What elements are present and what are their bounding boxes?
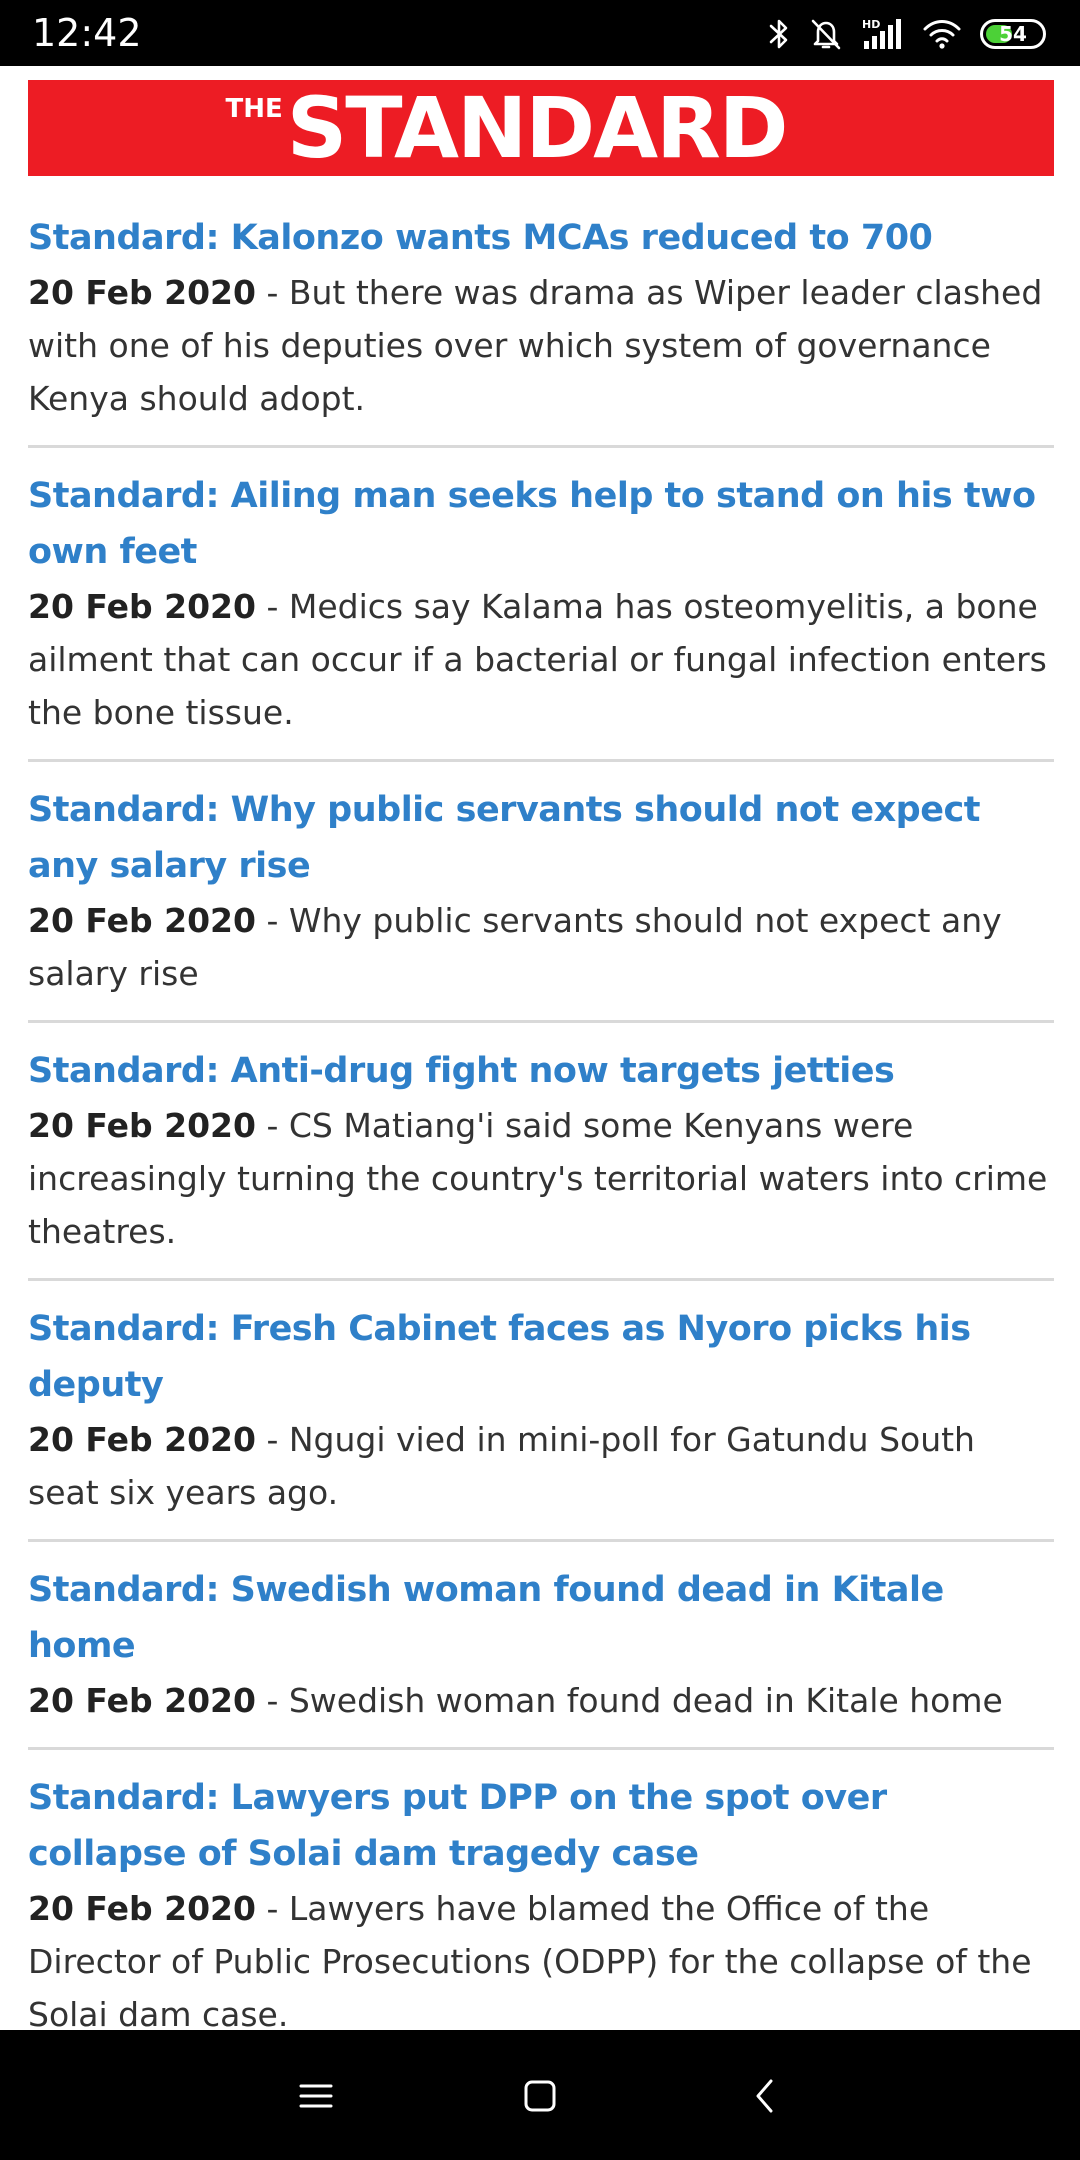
article-date: 20 Feb 2020 bbox=[28, 1681, 256, 1720]
article-title-link[interactable]: Standard: Swedish woman found dead in Ki… bbox=[28, 1562, 1054, 1674]
status-icons: HD 54 bbox=[768, 12, 1046, 56]
back-icon bbox=[756, 2079, 773, 2113]
article-summary: 20 Feb 2020 - Medics say Kalama has oste… bbox=[28, 580, 1054, 739]
back-button[interactable] bbox=[734, 2064, 798, 2128]
article-title-link[interactable]: Standard: Lawyers put DPP on the spot ov… bbox=[28, 1770, 1054, 1882]
hd-signal-icon: HD bbox=[862, 17, 904, 51]
logo-prefix: THE bbox=[225, 94, 283, 124]
article-summary: 20 Feb 2020 - Ngugi vied in mini-poll fo… bbox=[28, 1413, 1054, 1519]
bluetooth-icon bbox=[768, 17, 790, 51]
article-summary: 20 Feb 2020 - Lawyers have blamed the Of… bbox=[28, 1882, 1054, 2041]
vibrate-off-icon bbox=[808, 17, 844, 51]
article-feed: Standard: Kalonzo wants MCAs reduced to … bbox=[28, 200, 1054, 2160]
battery-icon: 54 bbox=[980, 19, 1046, 49]
article-title-link[interactable]: Standard: Anti-drug fight now targets je… bbox=[28, 1043, 1054, 1099]
article-summary: 20 Feb 2020 - But there was drama as Wip… bbox=[28, 266, 1054, 425]
article-item: Standard: Ailing man seeks help to stand… bbox=[28, 458, 1054, 762]
article-item: Standard: Swedish woman found dead in Ki… bbox=[28, 1552, 1054, 1750]
status-time: 12:42 bbox=[32, 11, 142, 55]
article-title-link[interactable]: Standard: Why public servants should not… bbox=[28, 782, 1054, 894]
article-item: Standard: Why public servants should not… bbox=[28, 772, 1054, 1023]
menu-icon bbox=[299, 2084, 333, 2108]
article-item: Standard: Anti-drug fight now targets je… bbox=[28, 1033, 1054, 1281]
menu-button[interactable] bbox=[284, 2064, 348, 2128]
article-item: Standard: Fresh Cabinet faces as Nyoro p… bbox=[28, 1291, 1054, 1542]
screen: 12:42 HD 54 THE STANDARD Standard: Kalon… bbox=[0, 0, 1080, 2160]
article-date: 20 Feb 2020 bbox=[28, 273, 256, 312]
svg-text:HD: HD bbox=[862, 18, 880, 31]
article-summary-text: - Swedish woman found dead in Kitale hom… bbox=[255, 1681, 1003, 1720]
wifi-icon bbox=[922, 17, 962, 51]
article-title-link[interactable]: Standard: Fresh Cabinet faces as Nyoro p… bbox=[28, 1301, 1054, 1413]
article-date: 20 Feb 2020 bbox=[28, 1889, 256, 1928]
logo-main: STANDARD bbox=[286, 79, 789, 177]
home-icon bbox=[524, 2080, 556, 2112]
article-date: 20 Feb 2020 bbox=[28, 1106, 256, 1145]
article-date: 20 Feb 2020 bbox=[28, 587, 256, 626]
status-bar: 12:42 HD 54 bbox=[0, 0, 1080, 66]
article-summary: 20 Feb 2020 - Swedish woman found dead i… bbox=[28, 1674, 1054, 1727]
battery-level: 54 bbox=[999, 22, 1027, 46]
home-button[interactable] bbox=[508, 2064, 572, 2128]
article-date: 20 Feb 2020 bbox=[28, 901, 256, 940]
article-item: Standard: Lawyers put DPP on the spot ov… bbox=[28, 1760, 1054, 2064]
article-summary: 20 Feb 2020 - CS Matiang'i said some Ken… bbox=[28, 1099, 1054, 1258]
site-logo-banner[interactable]: THE STANDARD bbox=[28, 80, 1054, 176]
article-title-link[interactable]: Standard: Kalonzo wants MCAs reduced to … bbox=[28, 210, 1054, 266]
site-logo: THE STANDARD bbox=[225, 79, 789, 177]
article-date: 20 Feb 2020 bbox=[28, 1420, 256, 1459]
article-summary: 20 Feb 2020 - Why public servants should… bbox=[28, 894, 1054, 1000]
navigation-bar bbox=[0, 2030, 1080, 2160]
article-title-link[interactable]: Standard: Ailing man seeks help to stand… bbox=[28, 468, 1054, 580]
article-item: Standard: Kalonzo wants MCAs reduced to … bbox=[28, 200, 1054, 448]
